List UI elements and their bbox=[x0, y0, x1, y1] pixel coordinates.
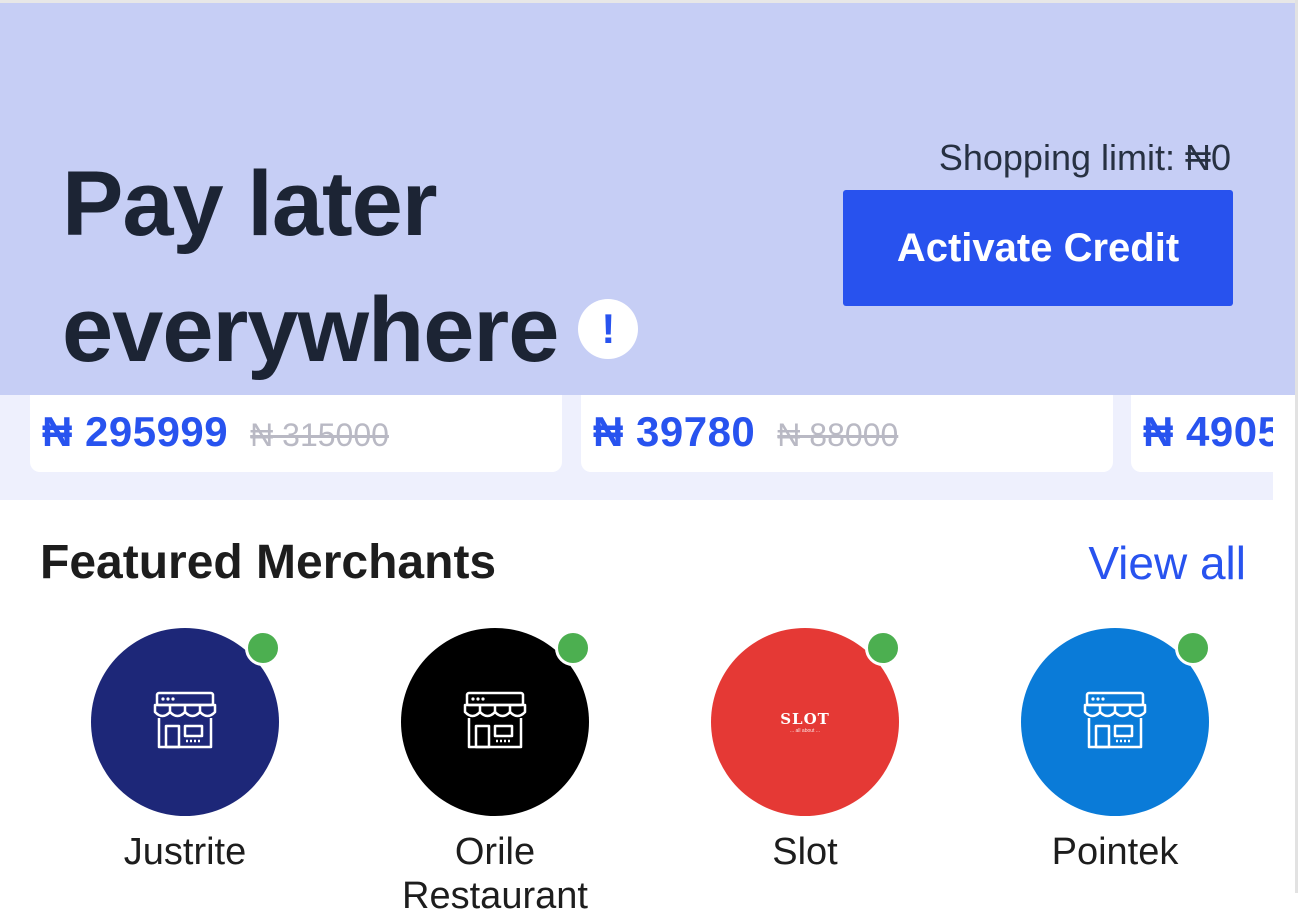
store-icon bbox=[462, 690, 528, 755]
online-status-dot bbox=[1175, 630, 1211, 666]
hero-title-line1: Pay later bbox=[62, 153, 438, 255]
merchant-name: Pointek bbox=[1051, 831, 1179, 873]
product-price: ₦ 4905 bbox=[1143, 408, 1273, 455]
product-price: ₦ 295999 bbox=[42, 408, 229, 455]
merchant-name: Justrite bbox=[123, 831, 247, 873]
product-price: ₦ 39780 bbox=[593, 408, 756, 455]
online-status-dot bbox=[555, 630, 591, 666]
merchant-slot[interactable]: SLOT ... all about ... Slot bbox=[655, 628, 955, 874]
merchant-avatar[interactable] bbox=[1021, 628, 1211, 816]
section-title: Featured Merchants bbox=[40, 536, 497, 589]
merchant-name: Slot bbox=[772, 831, 838, 873]
merchant-avatar[interactable] bbox=[91, 628, 281, 816]
price-row: ₦ 4905 bbox=[1143, 408, 1273, 456]
info-icon[interactable]: ! bbox=[578, 298, 639, 359]
view-all-link[interactable]: View all bbox=[1088, 536, 1246, 590]
hero-title: Pay later everywhere! bbox=[62, 141, 639, 393]
product-old-price: ₦ 315000 bbox=[250, 417, 389, 453]
hero-title-line2: everywhere bbox=[62, 279, 559, 381]
merchant-justrite[interactable]: Justrite bbox=[35, 628, 335, 874]
activate-credit-button[interactable]: Activate Credit bbox=[843, 190, 1233, 306]
pay-later-banner: Pay later everywhere! Shopping limit: ₦0… bbox=[0, 3, 1295, 395]
merchant-pointek[interactable]: Pointek bbox=[965, 628, 1265, 874]
store-icon bbox=[152, 690, 218, 755]
product-carousel[interactable]: ₦ 295999 ₦ 315000 ₦ 39780 ₦ 88000 ₦ 4905 bbox=[0, 380, 1273, 500]
online-status-dot bbox=[245, 630, 281, 666]
online-status-dot bbox=[865, 630, 901, 666]
store-icon bbox=[1082, 690, 1148, 755]
shopping-limit: Shopping limit: ₦0 bbox=[938, 137, 1231, 178]
merchant-avatar[interactable]: SLOT ... all about ... bbox=[711, 628, 901, 816]
merchant-name-line2: Restaurant bbox=[402, 875, 588, 917]
merchant-avatar[interactable] bbox=[401, 628, 591, 816]
merchant-name: Orile bbox=[454, 831, 536, 873]
merchant-orile[interactable]: Orile Restaurant bbox=[345, 628, 645, 918]
product-old-price: ₦ 88000 bbox=[777, 417, 899, 453]
price-row: ₦ 295999 ₦ 315000 bbox=[42, 408, 389, 456]
price-row: ₦ 39780 ₦ 88000 bbox=[593, 408, 898, 456]
slot-logo: SLOT ... all about ... bbox=[780, 710, 830, 734]
